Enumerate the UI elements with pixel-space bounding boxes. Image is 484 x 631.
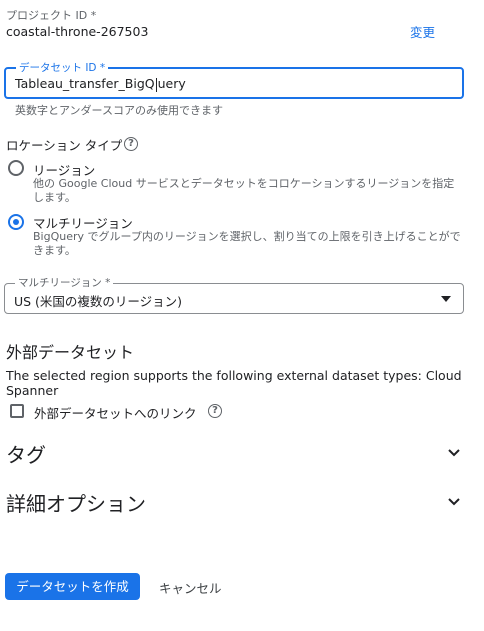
multi-region-label: マルチリージョン * bbox=[15, 276, 114, 290]
dataset-id-value-after-caret: uery bbox=[157, 76, 186, 91]
advanced-section-title: 詳細オプション bbox=[6, 492, 146, 516]
dropdown-arrow-icon bbox=[441, 296, 451, 302]
radio-region-description: 他の Google Cloud サービスとデータセットをコロケーションするリージ… bbox=[33, 177, 455, 204]
radio-region[interactable] bbox=[8, 160, 24, 176]
radio-multi-region[interactable] bbox=[8, 214, 24, 230]
change-project-link[interactable]: 変更 bbox=[410, 22, 435, 41]
dataset-id-hint: 英数字とアンダースコアのみ使用できます bbox=[15, 104, 224, 117]
location-type-label: ロケーション タイプ bbox=[6, 138, 123, 153]
external-dataset-title: 外部データセット bbox=[6, 343, 135, 362]
dataset-id-value: Tableau_transfer_BigQ uery bbox=[15, 76, 186, 92]
project-id-value: coastal-throne-267503 bbox=[6, 24, 149, 39]
create-dataset-button[interactable]: データセットを作成 bbox=[5, 573, 140, 600]
dataset-id-field[interactable]: データセット ID * Tableau_transfer_BigQ uery bbox=[4, 61, 464, 99]
text-caret bbox=[155, 77, 157, 92]
project-id-label: プロジェクト ID * bbox=[6, 9, 97, 22]
help-icon[interactable]: ? bbox=[124, 137, 138, 151]
dataset-id-label: データセット ID * bbox=[16, 61, 109, 75]
tags-section-header[interactable]: タグ bbox=[0, 439, 484, 469]
external-dataset-support-text: The selected region supports the followi… bbox=[6, 368, 462, 398]
external-dataset-checkbox[interactable] bbox=[10, 404, 24, 418]
multi-region-select[interactable]: マルチリージョン * US (米国の複数のリージョン) bbox=[4, 276, 464, 314]
cancel-button[interactable]: キャンセル bbox=[159, 578, 222, 597]
radio-multi-region-description: BigQuery でグループ内のリージョンを選択し、割り当ての上限を引き上げるこ… bbox=[33, 230, 461, 257]
advanced-section-header[interactable]: 詳細オプション bbox=[0, 488, 484, 518]
help-icon[interactable]: ? bbox=[208, 404, 222, 418]
multi-region-value: US (米国の複数のリージョン) bbox=[14, 294, 183, 309]
tags-section-title: タグ bbox=[6, 443, 46, 467]
external-dataset-checkbox-label: 外部データセットへのリンク bbox=[34, 406, 197, 421]
chevron-down-icon bbox=[448, 449, 460, 457]
chevron-down-icon bbox=[448, 498, 460, 506]
dataset-id-value-before-caret: Tableau_transfer_BigQ bbox=[15, 76, 155, 91]
